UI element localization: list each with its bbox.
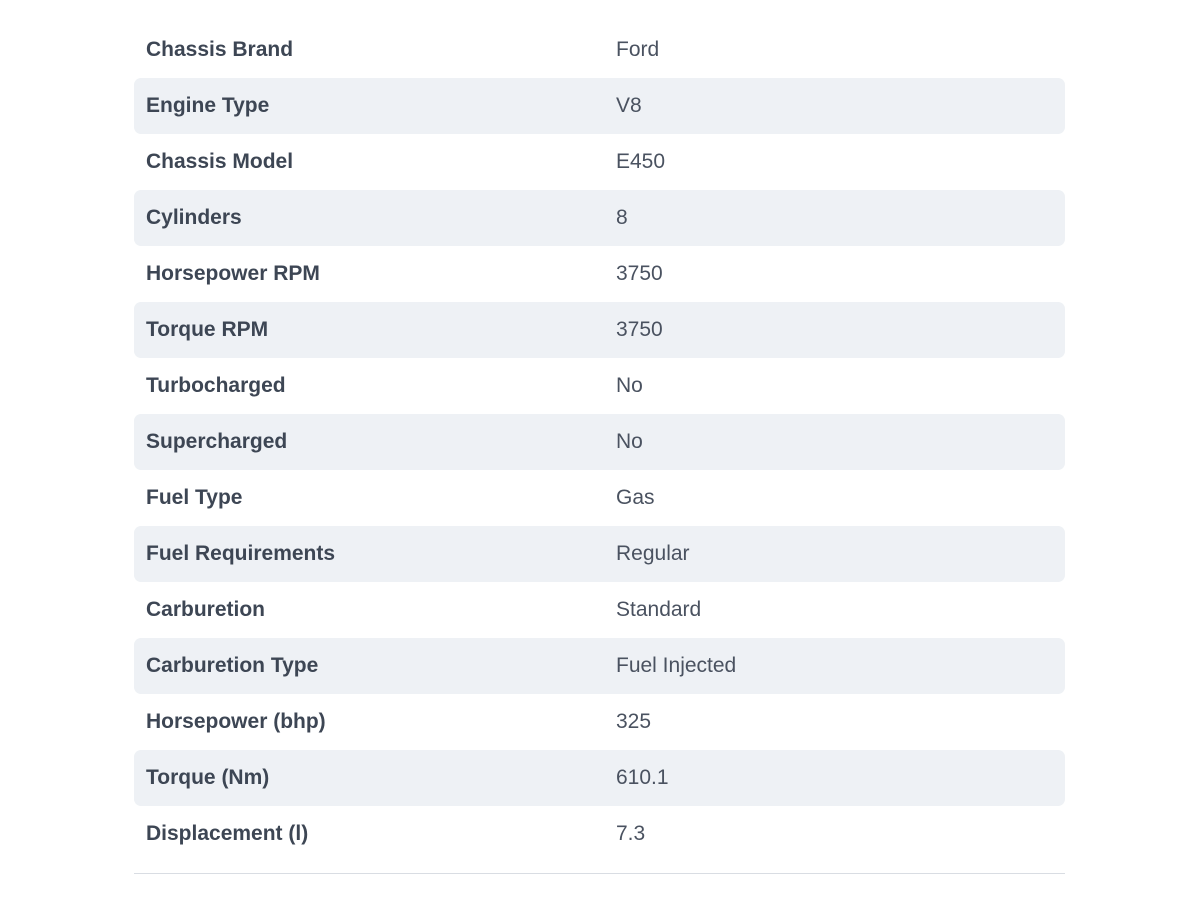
table-row: Chassis Model E450 [134, 134, 1065, 190]
table-row: Engine Type V8 [134, 78, 1065, 134]
spec-value: 7.3 [616, 822, 646, 845]
table-row: Fuel Type Gas [134, 470, 1065, 526]
spec-label: Horsepower RPM [146, 262, 320, 285]
table-row: Chassis Brand Ford [134, 22, 1065, 78]
table-row: Carburetion Standard [134, 582, 1065, 638]
spec-value: No [616, 430, 643, 453]
table-row: Turbocharged No [134, 358, 1065, 414]
table-row: Fuel Requirements Regular [134, 526, 1065, 582]
spec-label: Carburetion Type [146, 654, 319, 677]
spec-label: Horsepower (bhp) [146, 710, 326, 733]
spec-label: Cylinders [146, 206, 242, 229]
spec-value: Standard [616, 598, 702, 621]
spec-label: Turbocharged [146, 374, 286, 397]
spec-label: Engine Type [146, 94, 270, 117]
spec-value: Gas [616, 486, 655, 509]
spec-value: 610.1 [616, 766, 669, 789]
spec-value: Regular [616, 542, 690, 565]
table-bottom-divider [134, 873, 1065, 874]
spec-label: Supercharged [146, 430, 288, 453]
spec-value: Fuel Injected [616, 654, 737, 677]
spec-value: V8 [616, 94, 642, 117]
spec-value: 3750 [616, 262, 663, 285]
spec-label: Torque RPM [146, 318, 269, 341]
table-row: Cylinders 8 [134, 190, 1065, 246]
table-row: Displacement (l) 7.3 [134, 806, 1065, 862]
specifications-table: Chassis Brand Ford Engine Type V8 Chassi… [134, 22, 1065, 862]
spec-value: Ford [616, 38, 660, 61]
spec-label: Chassis Model [146, 150, 294, 173]
spec-value: 325 [616, 710, 652, 733]
spec-value: 8 [616, 206, 628, 229]
table-row: Horsepower (bhp) 325 [134, 694, 1065, 750]
table-row: Torque RPM 3750 [134, 302, 1065, 358]
spec-label: Fuel Requirements [146, 542, 336, 565]
spec-label: Carburetion [146, 598, 266, 621]
spec-label: Displacement (l) [146, 822, 309, 845]
spec-value: 3750 [616, 318, 663, 341]
spec-label: Torque (Nm) [146, 766, 270, 789]
spec-value: No [616, 374, 643, 397]
spec-label: Chassis Brand [146, 38, 294, 61]
spec-label: Fuel Type [146, 486, 243, 509]
spec-value: E450 [616, 150, 666, 173]
table-row: Carburetion Type Fuel Injected [134, 638, 1065, 694]
table-row: Supercharged No [134, 414, 1065, 470]
table-row: Horsepower RPM 3750 [134, 246, 1065, 302]
table-row: Torque (Nm) 610.1 [134, 750, 1065, 806]
